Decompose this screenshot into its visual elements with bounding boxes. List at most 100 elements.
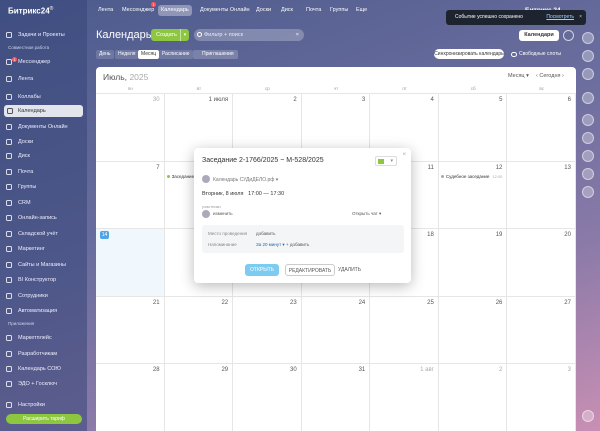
day-cell[interactable]: 7 xyxy=(96,160,165,229)
calendar-event[interactable]: Судебное заседание xyxy=(440,174,506,179)
tab-day[interactable]: День xyxy=(96,50,114,59)
free-slots-toggle[interactable]: Свободные слоты xyxy=(511,50,561,59)
today-badge[interactable]: 14 xyxy=(100,231,109,240)
day-cell[interactable]: 19 xyxy=(438,228,508,296)
reminder-add-link[interactable]: + добавить xyxy=(286,242,309,247)
menu-icon[interactable] xyxy=(582,410,594,422)
sidebar-item-marketplace[interactable]: Маркетплейс xyxy=(0,332,83,344)
day-cell[interactable]: 1 авг xyxy=(370,363,439,431)
topnav-feed[interactable]: Лента xyxy=(95,5,116,16)
tab-week[interactable]: Неделя xyxy=(115,50,139,59)
day-cell[interactable]: 6 xyxy=(507,93,576,161)
sidebar-item-sites[interactable]: Сайты и Магазины xyxy=(0,259,83,271)
sidebar-item-booking[interactable]: Онлайн-запись xyxy=(0,212,83,224)
color-select[interactable]: ▾ xyxy=(375,156,397,166)
sidebar-item-label: Складской учёт xyxy=(18,231,58,237)
sidebar-item-soyu-calendar[interactable]: Календарь СОЮ xyxy=(0,363,83,375)
avatar[interactable] xyxy=(582,114,594,126)
invitations-button[interactable]: Приглашения xyxy=(193,50,238,59)
sidebar-item-groups[interactable]: Группы xyxy=(0,181,83,193)
sidebar-item-collabs[interactable]: Коллабы xyxy=(0,91,83,103)
sidebar-item-disk[interactable]: Диск xyxy=(0,150,83,162)
delete-button[interactable]: УДАЛИТЬ xyxy=(338,264,361,276)
day-number: 20 xyxy=(564,232,571,239)
close-icon[interactable]: × xyxy=(579,10,582,25)
day-cell[interactable]: 20 xyxy=(507,228,576,296)
day-cell[interactable]: 12 12:00 xyxy=(438,160,508,229)
topnav-docs[interactable]: Документы Онлайн xyxy=(197,5,253,16)
open-button[interactable]: ОТКРЫТЬ xyxy=(245,264,279,276)
day-cell[interactable]: 14 xyxy=(96,228,165,296)
sidebar-item-crm[interactable]: CRM xyxy=(0,197,83,209)
day-cell[interactable]: 3 xyxy=(507,363,576,431)
sync-calendar-button[interactable]: Синхронизировать календарь xyxy=(434,49,504,59)
topnav-boards[interactable]: Доски xyxy=(253,5,274,16)
sidebar-item-automation[interactable]: Автоматизация xyxy=(0,305,83,317)
chevron-down-icon[interactable]: ▾ xyxy=(180,29,189,41)
day-cell[interactable]: 26 xyxy=(438,295,508,364)
topnav-mail[interactable]: Почта xyxy=(303,5,324,16)
day-cell[interactable]: 29 xyxy=(164,363,234,431)
clear-icon[interactable]: × xyxy=(296,29,299,41)
day-cell[interactable]: 5 xyxy=(438,93,508,161)
topnav-calendar[interactable]: Календарь xyxy=(158,5,192,16)
sidebar-item-feed[interactable]: Лента xyxy=(0,73,83,85)
sidebar-item-bi[interactable]: BI Конструктор xyxy=(0,274,83,286)
topnav-messenger[interactable]: Мессенджер 1 xyxy=(119,2,157,16)
sidebar-item-boards[interactable]: Доски xyxy=(0,136,83,148)
day-cell[interactable]: 24 xyxy=(301,295,371,364)
change-participants-link[interactable]: изменить xyxy=(213,211,233,216)
sidebar-item-tasks[interactable]: Задачи и Проекты xyxy=(0,29,83,41)
chat-icon[interactable] xyxy=(582,92,594,104)
upgrade-button[interactable]: Расширить тариф xyxy=(6,414,82,424)
sidebar-item-warehouse[interactable]: Складской учёт xyxy=(0,228,83,240)
toast-view-link[interactable]: Посмотреть xyxy=(546,10,574,25)
sidebar-item-marketing[interactable]: Маркетинг xyxy=(0,243,83,255)
sidebar-item-edo[interactable]: ЭДО + Госключ xyxy=(0,378,83,390)
avatar[interactable] xyxy=(582,132,594,144)
location-add-link[interactable]: добавить xyxy=(256,231,275,236)
sidebar-item-mail[interactable]: Почта xyxy=(0,166,83,178)
calendars-button[interactable]: Календари xyxy=(519,30,559,41)
logo[interactable]: Битрикс24® xyxy=(8,6,53,16)
sidebar-item-calendar[interactable]: Календарь xyxy=(4,105,83,117)
nav-arrows[interactable]: ‹ Сегодня › xyxy=(536,73,564,79)
sidebar-item-developers[interactable]: Разработчикам xyxy=(0,348,83,360)
search-icon[interactable] xyxy=(582,50,594,62)
sidebar-item-docs[interactable]: Документы Онлайн xyxy=(0,121,83,133)
sidebar-item-settings[interactable]: Настройки xyxy=(0,399,83,411)
sidebar-item-messenger[interactable]: 1 Мессенджер xyxy=(0,56,83,68)
reminder-value[interactable]: За 20 минут ▾ xyxy=(256,242,285,248)
open-chat-button[interactable]: Открыть чат ▾ xyxy=(352,211,381,217)
sidebar-item-employees[interactable]: Сотрудники xyxy=(0,290,83,302)
day-cell[interactable]: 28 xyxy=(96,363,165,431)
event-calendar[interactable]: Календарь СУДиДЕЛО.рф ▾ xyxy=(202,175,278,183)
day-cell[interactable]: 23 xyxy=(233,295,302,364)
avatar[interactable] xyxy=(582,186,594,198)
day-cell[interactable]: 13 xyxy=(507,160,576,229)
day-cell[interactable]: 21 xyxy=(96,295,165,364)
help-icon[interactable] xyxy=(582,68,594,80)
topnav-groups[interactable]: Группы xyxy=(327,5,351,16)
close-icon[interactable]: × xyxy=(402,152,406,158)
tab-month[interactable]: Месяц xyxy=(138,50,160,59)
day-cell[interactable]: 27 xyxy=(507,295,576,364)
topnav-more[interactable]: Еще xyxy=(353,5,370,16)
create-button[interactable]: Создать ▾ xyxy=(151,29,189,41)
edit-button[interactable]: РЕДАКТИРОВАТЬ xyxy=(285,264,335,276)
day-cell[interactable]: 2 xyxy=(438,363,508,431)
today-button[interactable]: Сегодня xyxy=(539,73,560,79)
period-select[interactable]: Месяц ▾ xyxy=(508,73,529,79)
day-cell[interactable]: 25 xyxy=(370,295,439,364)
gear-icon[interactable] xyxy=(563,30,574,41)
day-cell[interactable]: 30 xyxy=(96,93,165,161)
notifications-icon[interactable] xyxy=(582,32,594,44)
avatar[interactable] xyxy=(582,168,594,180)
topnav-disk[interactable]: Диск xyxy=(278,5,296,16)
day-cell[interactable]: 31 xyxy=(301,363,371,431)
search-input[interactable]: Фильтр + поиск × xyxy=(194,29,304,41)
day-cell[interactable]: 30 xyxy=(233,363,302,431)
tab-schedule[interactable]: Расписание xyxy=(159,50,193,59)
day-cell[interactable]: 22 xyxy=(164,295,234,364)
avatar[interactable] xyxy=(582,150,594,162)
